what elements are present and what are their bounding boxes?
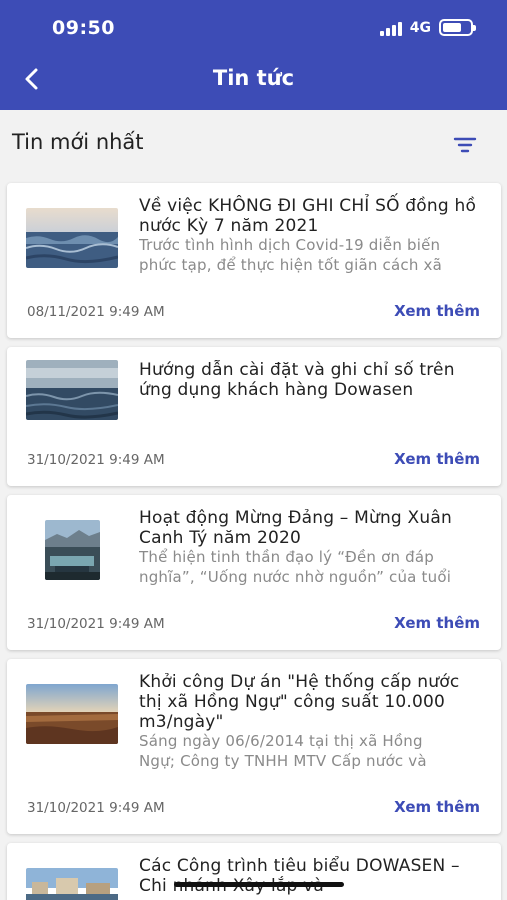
news-card[interactable]: Hướng dẫn cài đặt và ghi chỉ số trên ứng… (7, 347, 501, 486)
news-summary: nghĩa”, “Uống nước nhờ nguồn” của tuổi (139, 568, 452, 586)
app-bar: 09:50 4G Tin tức (0, 0, 507, 110)
news-card[interactable]: Các Công trình tiêu biểu DOWASEN – Chi n… (7, 843, 501, 900)
news-summary: Ngự; Công ty TNHH MTV Cấp nước và (139, 752, 427, 770)
read-more-link[interactable]: Xem thêm (394, 302, 480, 320)
news-summary: Trước tình hình dịch Covid-19 diễn biến (139, 236, 441, 254)
news-card[interactable]: Về việc KHÔNG ĐI GHI CHỈ SỐ đồng hồ nước… (7, 183, 501, 338)
news-summary: phức tạp, để thực hiện tốt giãn cách xã (139, 256, 442, 274)
battery-icon (439, 19, 476, 36)
news-thumbnail (26, 208, 118, 268)
news-summary: Sáng ngày 06/6/2014 tại thị xã Hồng (139, 732, 423, 750)
home-indicator (174, 882, 344, 887)
news-thumbnail (26, 360, 118, 420)
news-title: Các Công trình tiêu biểu DOWASEN – Chi n… (139, 856, 460, 896)
filter-icon (453, 137, 477, 153)
news-date: 31/10/2021 9:49 AM (27, 800, 165, 816)
news-thumbnail (26, 868, 118, 900)
news-date: 08/11/2021 9:49 AM (27, 304, 165, 320)
news-summary: Thể hiện tinh thần đạo lý “Đền ơn đáp (139, 548, 434, 566)
network-type: 4G (409, 19, 431, 36)
filter-button[interactable] (452, 134, 478, 156)
signal-icon (379, 20, 402, 36)
news-title: Hướng dẫn cài đặt và ghi chỉ số trên ứng… (139, 360, 455, 400)
page-title: Tin tức (212, 66, 295, 90)
read-more-link[interactable]: Xem thêm (394, 798, 480, 816)
read-more-link[interactable]: Xem thêm (394, 450, 480, 468)
read-more-link[interactable]: Xem thêm (394, 614, 480, 632)
news-title: Về việc KHÔNG ĐI GHI CHỈ SỐ đồng hồ nước… (139, 196, 477, 236)
status-indicators: 4G (379, 19, 476, 36)
news-card[interactable]: Khởi công Dự án "Hệ thống cấp nước thị x… (7, 659, 501, 834)
news-title: Khởi công Dự án "Hệ thống cấp nước thị x… (139, 672, 460, 732)
status-time: 09:50 (52, 17, 115, 39)
section-title: Tin mới nhất (12, 130, 144, 154)
news-card[interactable]: Hoạt động Mừng Đảng – Mừng Xuân Canh Tý … (7, 495, 501, 650)
news-thumbnail (45, 520, 100, 580)
news-thumbnail (26, 684, 118, 744)
news-date: 31/10/2021 9:49 AM (27, 452, 165, 468)
news-date: 31/10/2021 9:49 AM (27, 616, 165, 632)
news-title: Hoạt động Mừng Đảng – Mừng Xuân Canh Tý … (139, 508, 452, 548)
